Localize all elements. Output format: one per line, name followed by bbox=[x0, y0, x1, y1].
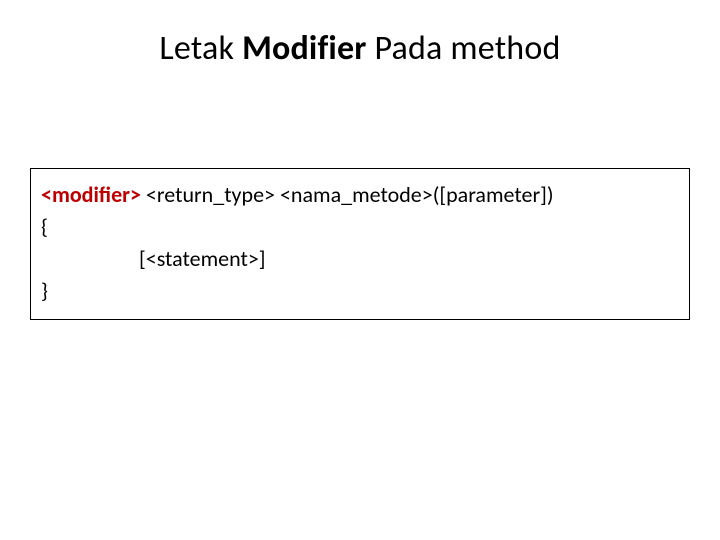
title-part3: Pada method bbox=[367, 28, 561, 69]
syntax-box: <modifier> <return_type> <nama_metode>([… bbox=[30, 168, 690, 320]
syntax-statement: [<statement>] bbox=[41, 243, 679, 275]
title-part1: Letak bbox=[159, 28, 242, 69]
syntax-rest: <return_type> <nama_metode>([parameter]) bbox=[141, 181, 554, 208]
syntax-line-1: <modifier> <return_type> <nama_metode>([… bbox=[41, 179, 679, 211]
syntax-close-brace: } bbox=[41, 275, 679, 307]
syntax-open-brace: { bbox=[41, 211, 679, 243]
slide-title: Letak Modifier Pada method bbox=[0, 0, 720, 69]
title-part2: Modifier bbox=[242, 28, 367, 69]
syntax-modifier: <modifier> bbox=[41, 181, 141, 208]
